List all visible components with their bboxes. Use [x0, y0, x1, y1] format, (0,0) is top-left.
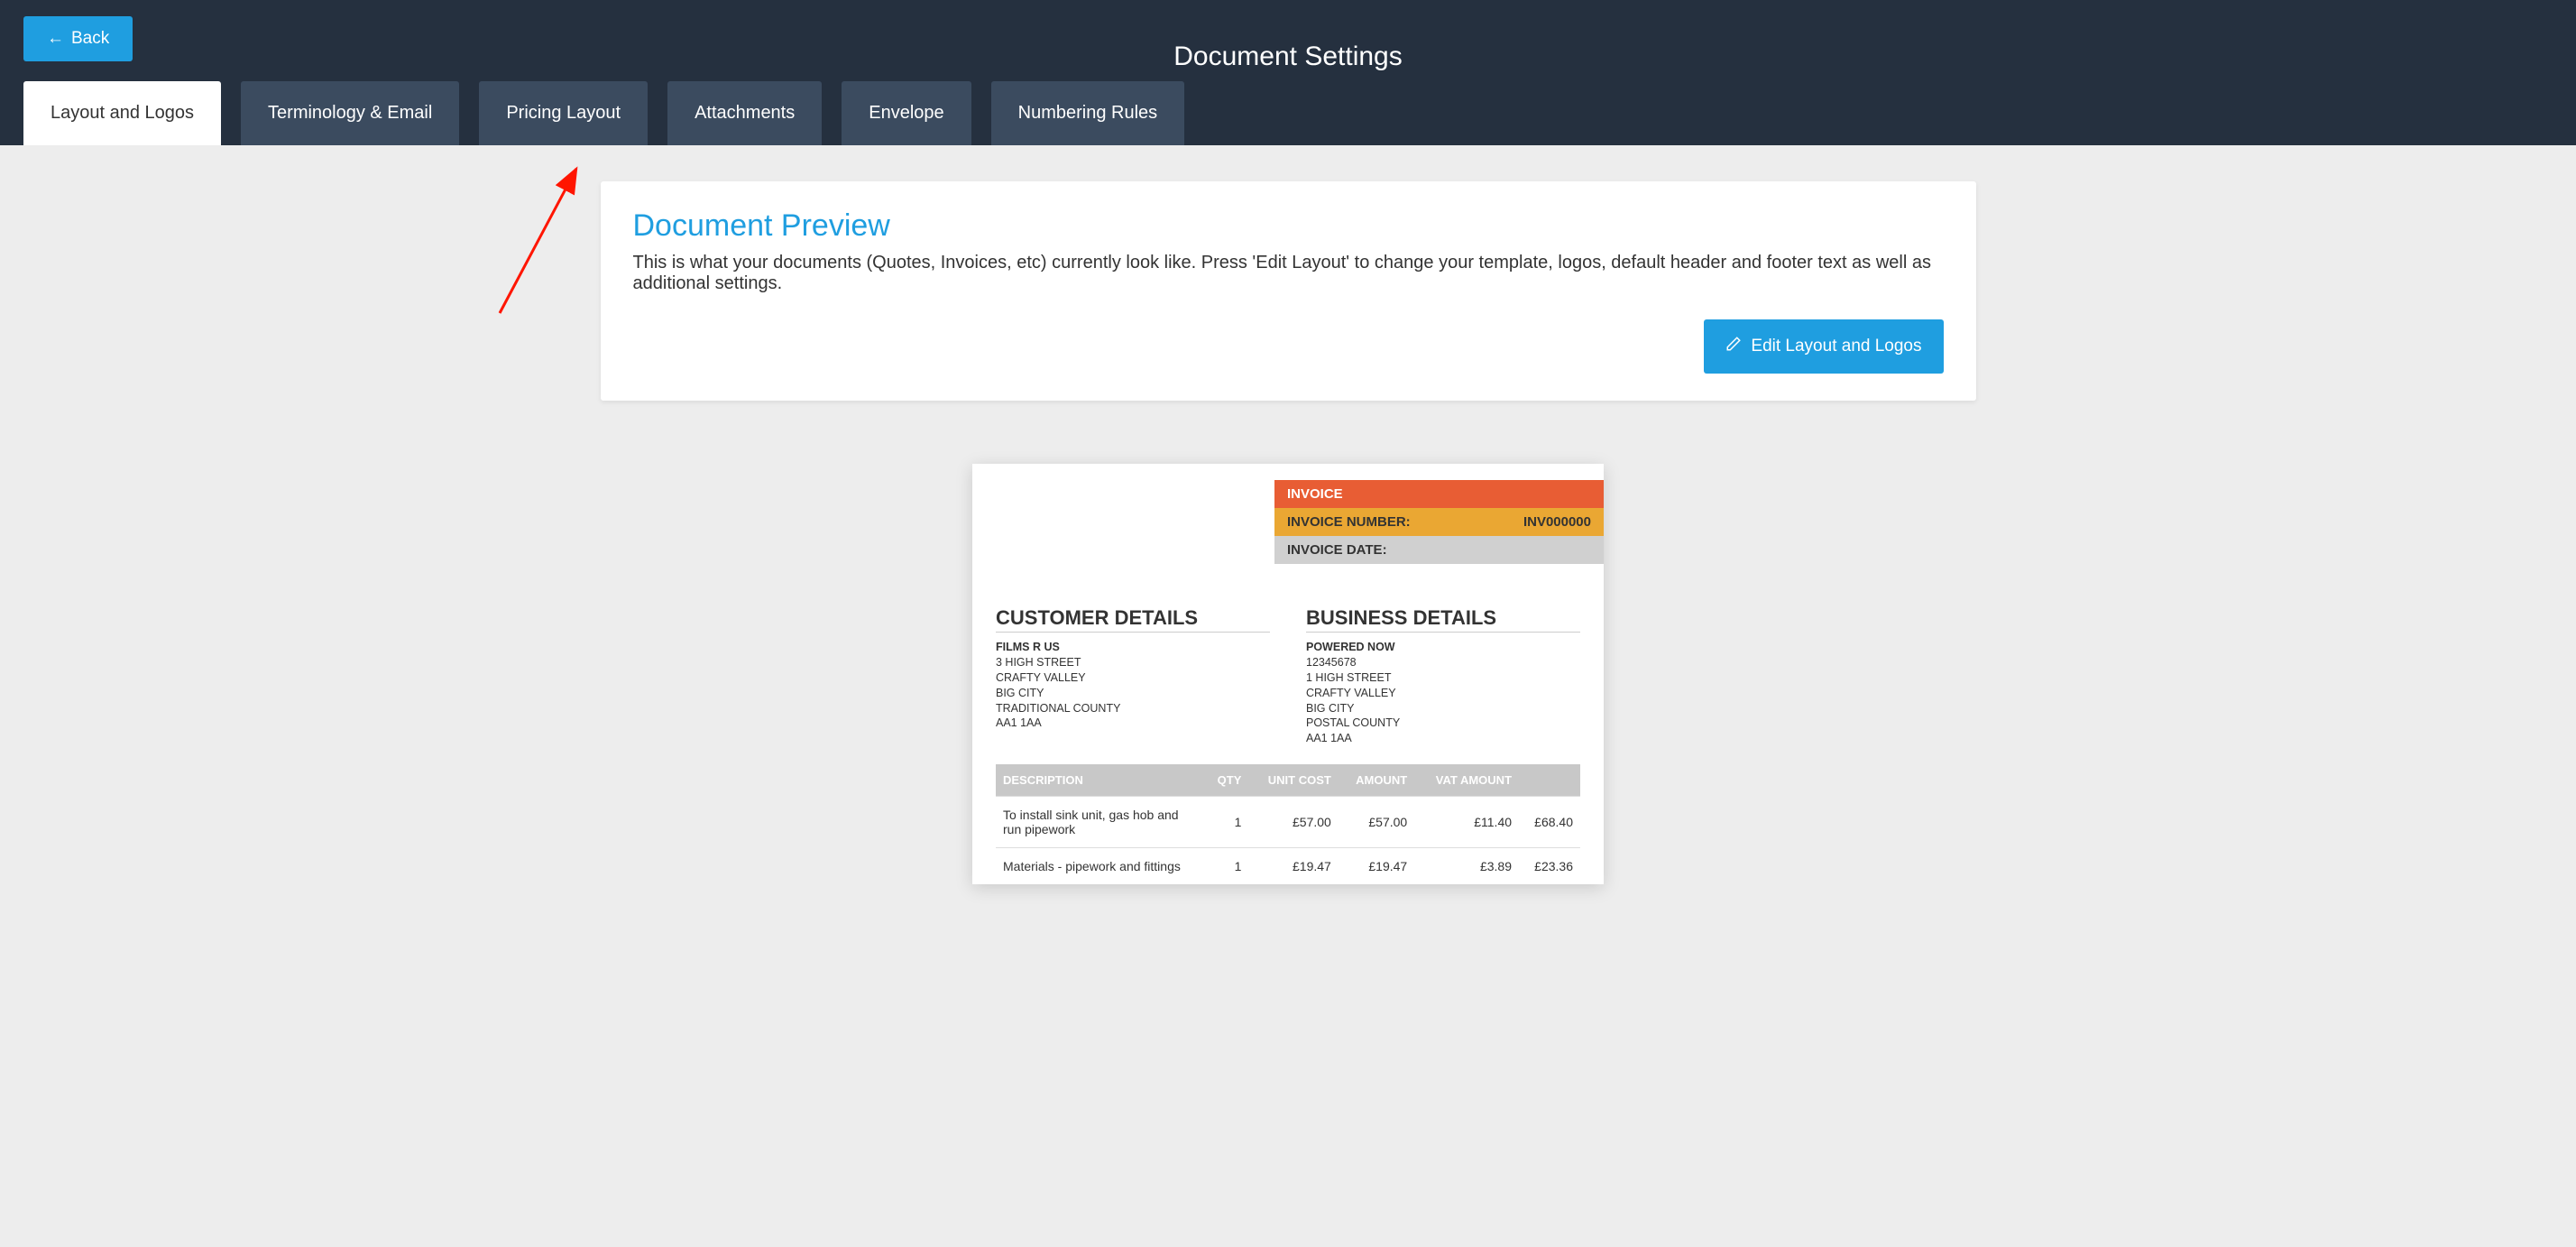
business-line4: BIG CITY [1306, 701, 1580, 716]
tab-terminology-email[interactable]: Terminology & Email [241, 81, 459, 145]
cell-total: £23.36 [1519, 848, 1580, 885]
business-heading: BUSINESS DETAILS [1306, 606, 1580, 633]
tab-attachments[interactable]: Attachments [667, 81, 822, 145]
invoice-header-bars: INVOICE INVOICE NUMBER: INV000000 INVOIC… [1274, 480, 1604, 564]
customer-details: CUSTOMER DETAILS FILMS R US 3 HIGH STREE… [996, 606, 1270, 746]
customer-line5: AA1 1AA [996, 716, 1270, 731]
invoice-label-bar: INVOICE [1274, 480, 1604, 508]
invoice-date-bar: INVOICE DATE: [1274, 536, 1604, 564]
preview-heading: Document Preview [633, 208, 1944, 244]
customer-line3: BIG CITY [996, 686, 1270, 701]
cell-total: £68.40 [1519, 797, 1580, 848]
th-description: DESCRIPTION [996, 764, 1204, 797]
business-line5: POSTAL COUNTY [1306, 716, 1580, 731]
table-header-row: DESCRIPTION QTY UNIT COST AMOUNT VAT AMO… [996, 764, 1580, 797]
content-area: Document Preview This is what your docum… [0, 145, 2576, 920]
page-title: Document Settings [1173, 42, 1402, 72]
th-unit-cost: UNIT COST [1248, 764, 1338, 797]
invoice-number-bar: INVOICE NUMBER: INV000000 [1274, 508, 1604, 536]
pencil-icon [1725, 336, 1742, 357]
cell-desc: To install sink unit, gas hob and run pi… [996, 797, 1204, 848]
arrow-left-icon: ← [47, 29, 64, 49]
th-total [1519, 764, 1580, 797]
cell-unit: £19.47 [1248, 848, 1338, 885]
details-columns: CUSTOMER DETAILS FILMS R US 3 HIGH STREE… [996, 606, 1580, 746]
edit-layout-button[interactable]: Edit Layout and Logos [1704, 319, 1943, 374]
invoice-label: INVOICE [1287, 486, 1343, 502]
document-preview: INVOICE INVOICE NUMBER: INV000000 INVOIC… [972, 464, 1604, 884]
back-button[interactable]: ← Back [23, 16, 133, 61]
cell-qty: 1 [1204, 797, 1248, 848]
business-line6: AA1 1AA [1306, 731, 1580, 746]
preview-description: This is what your documents (Quotes, Inv… [633, 253, 1944, 294]
customer-line2: CRAFTY VALLEY [996, 670, 1270, 686]
invoice-number-label: INVOICE NUMBER: [1287, 514, 1411, 530]
tab-pricing-layout[interactable]: Pricing Layout [479, 81, 648, 145]
table-row: To install sink unit, gas hob and run pi… [996, 797, 1580, 848]
tabs-bar: Layout and Logos Terminology & Email Pri… [0, 81, 2576, 145]
business-name: POWERED NOW [1306, 640, 1580, 655]
business-line2: 1 HIGH STREET [1306, 670, 1580, 686]
cell-unit: £57.00 [1248, 797, 1338, 848]
business-line1: 12345678 [1306, 655, 1580, 670]
business-line3: CRAFTY VALLEY [1306, 686, 1580, 701]
edit-layout-label: Edit Layout and Logos [1751, 337, 1921, 356]
cell-qty: 1 [1204, 848, 1248, 885]
cell-vat: £3.89 [1414, 848, 1519, 885]
back-label: Back [71, 29, 109, 49]
th-vat-amount: VAT AMOUNT [1414, 764, 1519, 797]
customer-line1: 3 HIGH STREET [996, 655, 1270, 670]
tab-layout-and-logos[interactable]: Layout and Logos [23, 81, 221, 145]
cell-desc: Materials - pipework and fittings [996, 848, 1204, 885]
cell-amount: £19.47 [1339, 848, 1414, 885]
line-items-table: DESCRIPTION QTY UNIT COST AMOUNT VAT AMO… [996, 764, 1580, 884]
tab-numbering-rules[interactable]: Numbering Rules [991, 81, 1185, 145]
customer-heading: CUSTOMER DETAILS [996, 606, 1270, 633]
cell-amount: £57.00 [1339, 797, 1414, 848]
th-amount: AMOUNT [1339, 764, 1414, 797]
tab-envelope[interactable]: Envelope [842, 81, 971, 145]
customer-line4: TRADITIONAL COUNTY [996, 701, 1270, 716]
th-qty: QTY [1204, 764, 1248, 797]
business-details: BUSINESS DETAILS POWERED NOW 12345678 1 … [1306, 606, 1580, 746]
invoice-number-value: INV000000 [1523, 514, 1591, 530]
preview-card: Document Preview This is what your docum… [601, 181, 1976, 401]
header-bar: ← Back Document Settings [0, 0, 2576, 81]
customer-name: FILMS R US [996, 640, 1270, 655]
invoice-date-label: INVOICE DATE: [1287, 542, 1387, 558]
cell-vat: £11.40 [1414, 797, 1519, 848]
table-row: Materials - pipework and fittings 1 £19.… [996, 848, 1580, 885]
